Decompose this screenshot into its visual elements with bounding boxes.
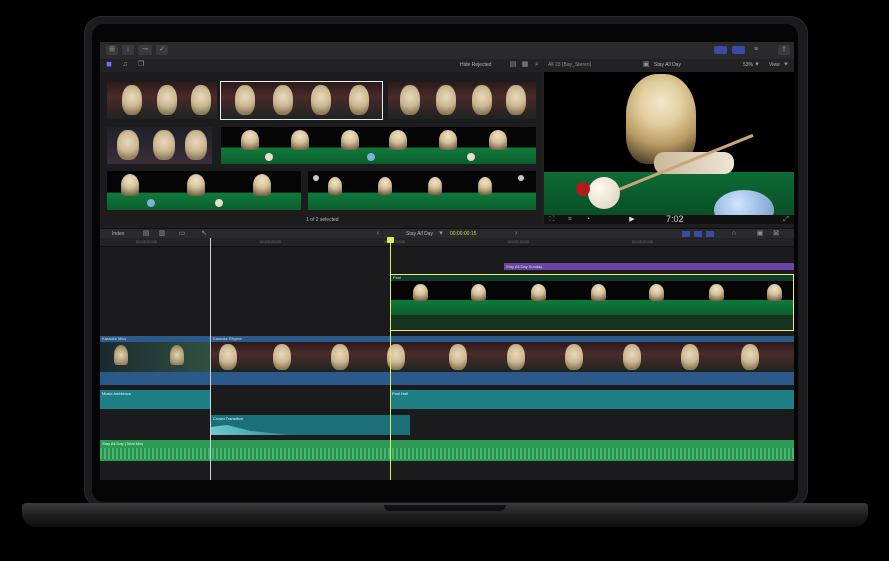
crop-icon[interactable]: ⌗ — [566, 215, 574, 224]
viewer-project-name: Stay All Day — [654, 62, 681, 68]
browser-clip[interactable] — [221, 127, 536, 164]
skimmer[interactable] — [210, 238, 211, 480]
music-icon[interactable]: ♫ — [120, 60, 130, 70]
final-cut-window: ⊞ ↓ ⊸ ✓ ≡ ⇪ ◼ ♫ ❐ Hide Rejected ▤ ▦ ⌕ Al… — [100, 42, 794, 480]
fullscreen-icon[interactable]: ⤢ — [782, 215, 790, 224]
playhead[interactable] — [390, 238, 391, 480]
timeline: 00:00:00:00 00:00:05:00 00:00:10:00 00:0… — [100, 237, 794, 480]
timeline-ruler[interactable]: 00:00:00:00 00:00:05:00 00:00:10:00 00:0… — [100, 238, 794, 247]
title-clip-label: Stay All Day Sunday — [506, 264, 543, 269]
primary-clip-label: Karaoke Mics — [102, 336, 127, 341]
inspector-icon[interactable]: ≡ — [750, 45, 762, 55]
connected-clip-label: Pool — [393, 275, 402, 280]
key-icon[interactable]: ⊸ — [138, 45, 152, 55]
share-icon[interactable]: ⇪ — [778, 45, 790, 55]
browser-clip[interactable] — [107, 171, 301, 210]
clip-appearance-icon[interactable]: ▤ — [508, 60, 518, 70]
titles-icon[interactable]: ❐ — [136, 60, 146, 70]
ruler-tick: 00:00:00:00 — [136, 239, 158, 244]
play-icon[interactable]: ▶ — [628, 215, 636, 224]
browser-toolbar: ◼ ♫ ❐ Hide Rejected ▤ ▦ ⌕ All 23 (Bay_St… — [100, 59, 794, 72]
project-icon: ▣ — [642, 61, 650, 68]
viewer-controls: ⛶ ⌗ ◔ ▶ 7:02 ⤢ — [544, 214, 794, 224]
browser-clip[interactable] — [308, 171, 536, 210]
viewer-clip-name: All 23 (Bay_Stereo) — [548, 62, 592, 68]
browser-pane: 1 of 2 selected — [100, 72, 541, 224]
viewer-image-red-ball — [576, 182, 590, 196]
zoom-dropdown[interactable]: 53% — [743, 62, 753, 68]
workspace-browser-toggle[interactable] — [714, 46, 727, 54]
browser-clip-selected[interactable] — [220, 81, 383, 120]
chevron-down-icon: ▾ — [784, 61, 788, 68]
browser-clip[interactable] — [388, 82, 536, 119]
effect-clip-label: Crowd Transition — [213, 416, 244, 421]
music-clip[interactable]: Stay All Day (Total Mix) — [100, 440, 794, 461]
chevron-down-icon: ▾ — [755, 61, 759, 68]
speed-icon[interactable]: ◔ — [584, 215, 592, 224]
primary-clip[interactable]: Karaoke Mics — [100, 336, 210, 385]
ruler-tick: 00:00:15:00 — [508, 239, 530, 244]
timeline-index-button[interactable]: Index — [112, 231, 124, 237]
hide-rejected-filter[interactable]: Hide Rejected — [460, 62, 491, 68]
checkmark-icon[interactable]: ✓ — [156, 45, 168, 55]
download-icon[interactable]: ↓ — [122, 45, 134, 55]
connected-clip-selected[interactable]: Pool — [390, 274, 794, 331]
timeline-project-name[interactable]: Stay All Day — [406, 231, 433, 237]
view-dropdown[interactable]: View — [769, 62, 780, 68]
primary-clip-label: Karaoke Rhyme — [213, 336, 242, 341]
browser-clip[interactable] — [107, 127, 212, 164]
browser-clip[interactable] — [107, 82, 217, 119]
audio-clip-label: Music Ambience — [102, 391, 132, 396]
search-icon[interactable]: ⌕ — [532, 60, 542, 70]
audio-clip-label: Pool Hall — [392, 391, 409, 396]
title-clip[interactable]: Stay All Day Sunday — [504, 263, 794, 270]
viewer-image-player — [626, 74, 696, 164]
ruler-tick: 00:00:05:00 — [260, 239, 282, 244]
viewer — [544, 72, 794, 215]
ruler-tick: 00:00:20:00 — [632, 239, 654, 244]
primary-clip[interactable]: Karaoke Rhyme — [211, 336, 794, 385]
laptop-notch — [384, 505, 506, 511]
playhead-handle[interactable] — [387, 237, 394, 243]
audio-skimming-toggle[interactable] — [682, 231, 690, 237]
viewer-timecode: 7:02 — [666, 214, 684, 224]
music-waveform — [100, 448, 794, 459]
timeline-duration: 00:00:00:15 — [450, 231, 477, 237]
window-toolbar: ⊞ ↓ ⊸ ✓ ≡ ⇪ — [100, 42, 794, 60]
camera-icon[interactable]: ◼ — [104, 60, 114, 70]
effect-clip[interactable]: Crowd Transition — [211, 415, 410, 435]
music-clip-label: Stay All Day (Total Mix) — [102, 441, 144, 446]
audio-clip[interactable]: Pool Hall — [390, 390, 794, 409]
workspace-timeline-toggle[interactable] — [732, 46, 745, 54]
transform-icon[interactable]: ⛶ — [548, 215, 556, 224]
audio-clip[interactable]: Music Ambience — [100, 390, 210, 409]
library-icon[interactable]: ⊞ — [106, 45, 118, 55]
filmstrip-icon[interactable]: ▦ — [520, 60, 530, 70]
skimming-toggle[interactable] — [706, 231, 714, 237]
solo-toggle[interactable] — [694, 231, 702, 237]
selection-status: 1 of 2 selected — [306, 217, 339, 223]
viewer-image-cue-ball — [588, 177, 620, 209]
